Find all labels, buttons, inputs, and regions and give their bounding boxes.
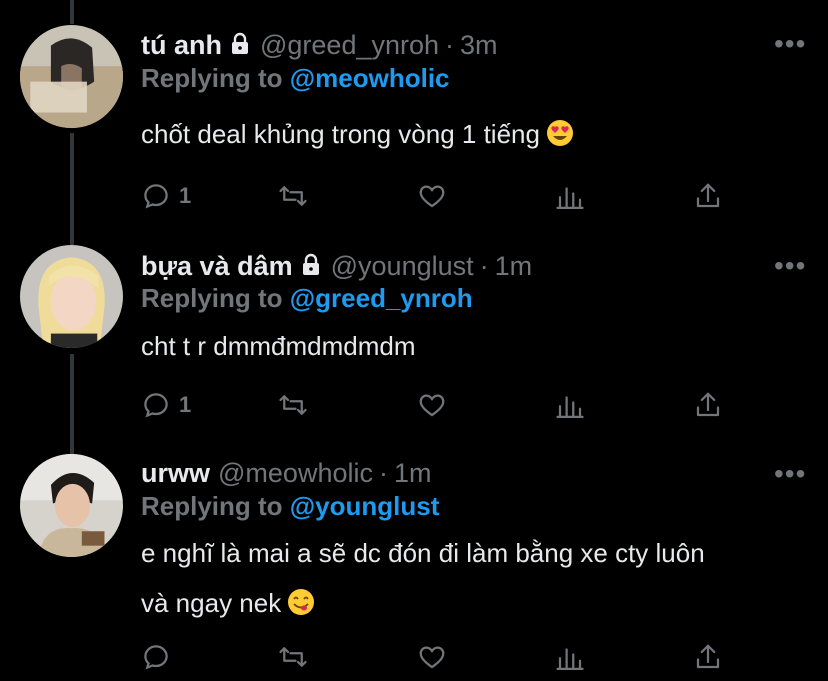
share-button[interactable] — [693, 387, 723, 423]
avatar[interactable] — [20, 25, 123, 128]
analytics-icon — [556, 396, 584, 418]
tweet-text: chốt deal khủng trong vòng 1 tiếng — [141, 109, 811, 163]
analytics-icon — [556, 187, 584, 209]
reply-icon — [144, 645, 168, 670]
timestamp[interactable]: 1m — [495, 251, 533, 281]
share-icon — [696, 183, 720, 208]
lock-icon — [299, 251, 323, 285]
display-name[interactable]: urww — [141, 458, 210, 488]
separator: · — [445, 30, 455, 60]
avatar-image — [20, 454, 123, 557]
reply-count: 1 — [179, 392, 192, 417]
avatar-image — [20, 245, 123, 348]
analytics-button[interactable] — [555, 639, 585, 675]
tweet-text-line: và ngay nek — [141, 578, 811, 632]
lock-icon — [228, 30, 252, 64]
replying-to-label: Replying to — [141, 63, 283, 93]
tweet[interactable]: urww @meowholic · 1m ••• Replying to @young… — [0, 452, 828, 681]
user-handle[interactable]: @meowholic — [218, 458, 373, 488]
reply-count: 1 — [179, 183, 192, 208]
timestamp[interactable]: 3m — [460, 30, 498, 60]
tweet[interactable]: bựa và dâm @younglust · 1m ••• Replying to … — [0, 230, 828, 452]
mention-link[interactable]: @younglust — [290, 491, 440, 521]
replying-to: Replying to @younglust — [141, 490, 439, 522]
like-button[interactable] — [417, 639, 447, 675]
heart-eyes-emoji-icon — [546, 113, 574, 163]
tweet-text: e nghĩ là mai a sẽ dc đón đi làm bằng xe… — [141, 528, 811, 632]
more-options-icon[interactable]: ••• — [774, 460, 806, 488]
analytics-button[interactable] — [555, 387, 585, 423]
tweet-header: tú anh @greed_ynroh · 3m — [141, 28, 498, 64]
retweet-icon — [279, 186, 307, 206]
tweet-actions: 1 — [141, 387, 741, 423]
retweet-icon — [279, 395, 307, 415]
timestamp[interactable]: 1m — [394, 458, 432, 488]
retweet-button[interactable] — [278, 387, 308, 423]
tweet-text-content: chốt deal khủng trong vòng 1 tiếng — [141, 119, 540, 149]
analytics-icon — [556, 648, 584, 670]
tweet-actions: 1 — [141, 178, 741, 214]
reply-button[interactable]: 1 — [141, 178, 191, 214]
analytics-button[interactable] — [555, 178, 585, 214]
retweet-button[interactable] — [278, 639, 308, 675]
retweet-button[interactable] — [278, 178, 308, 214]
tweet-actions — [141, 639, 741, 675]
reply-icon — [144, 393, 168, 418]
user-handle[interactable]: @younglust — [331, 251, 474, 281]
tweet[interactable]: tú anh @greed_ynroh · 3m ••• Replying to @m… — [0, 0, 828, 230]
replying-to-label: Replying to — [141, 283, 283, 313]
reply-icon — [144, 184, 168, 209]
separator: · — [479, 251, 489, 281]
share-icon — [696, 392, 720, 417]
share-icon — [696, 644, 720, 669]
retweet-icon — [279, 647, 307, 667]
replying-to: Replying to @greed_ynroh — [141, 282, 473, 314]
like-button[interactable] — [417, 387, 447, 423]
tweet-header: urww @meowholic · 1m — [141, 456, 432, 490]
yum-emoji-icon — [287, 582, 315, 632]
heart-icon — [419, 646, 445, 669]
heart-icon — [419, 394, 445, 417]
more-options-icon[interactable]: ••• — [774, 30, 806, 58]
display-name[interactable]: bựa và dâm — [141, 251, 293, 281]
reply-button[interactable]: 1 — [141, 387, 191, 423]
replying-to: Replying to @meowholic — [141, 62, 450, 94]
mention-link[interactable]: @greed_ynroh — [290, 283, 473, 313]
tweet-header: bựa và dâm @younglust · 1m — [141, 249, 532, 285]
share-button[interactable] — [693, 178, 723, 214]
tweet-text-content: và ngay nek — [141, 588, 282, 618]
tweet-text-line: e nghĩ là mai a sẽ dc đón đi làm bằng xe… — [141, 538, 705, 568]
heart-icon — [419, 185, 445, 208]
tweet-text: cht t r dmmđmdmdmdm — [141, 321, 811, 371]
avatar[interactable] — [20, 454, 123, 557]
more-options-icon[interactable]: ••• — [774, 252, 806, 280]
avatar-image — [20, 25, 123, 128]
display-name[interactable]: tú anh — [141, 30, 222, 60]
share-button[interactable] — [693, 639, 723, 675]
reply-button[interactable] — [141, 639, 179, 675]
mention-link[interactable]: @meowholic — [290, 63, 450, 93]
avatar[interactable] — [20, 245, 123, 348]
tweet-text-content: cht t r dmmđmdmdmdm — [141, 331, 416, 361]
like-button[interactable] — [417, 178, 447, 214]
separator: · — [378, 458, 388, 488]
user-handle[interactable]: @greed_ynroh — [260, 30, 439, 60]
replying-to-label: Replying to — [141, 491, 283, 521]
